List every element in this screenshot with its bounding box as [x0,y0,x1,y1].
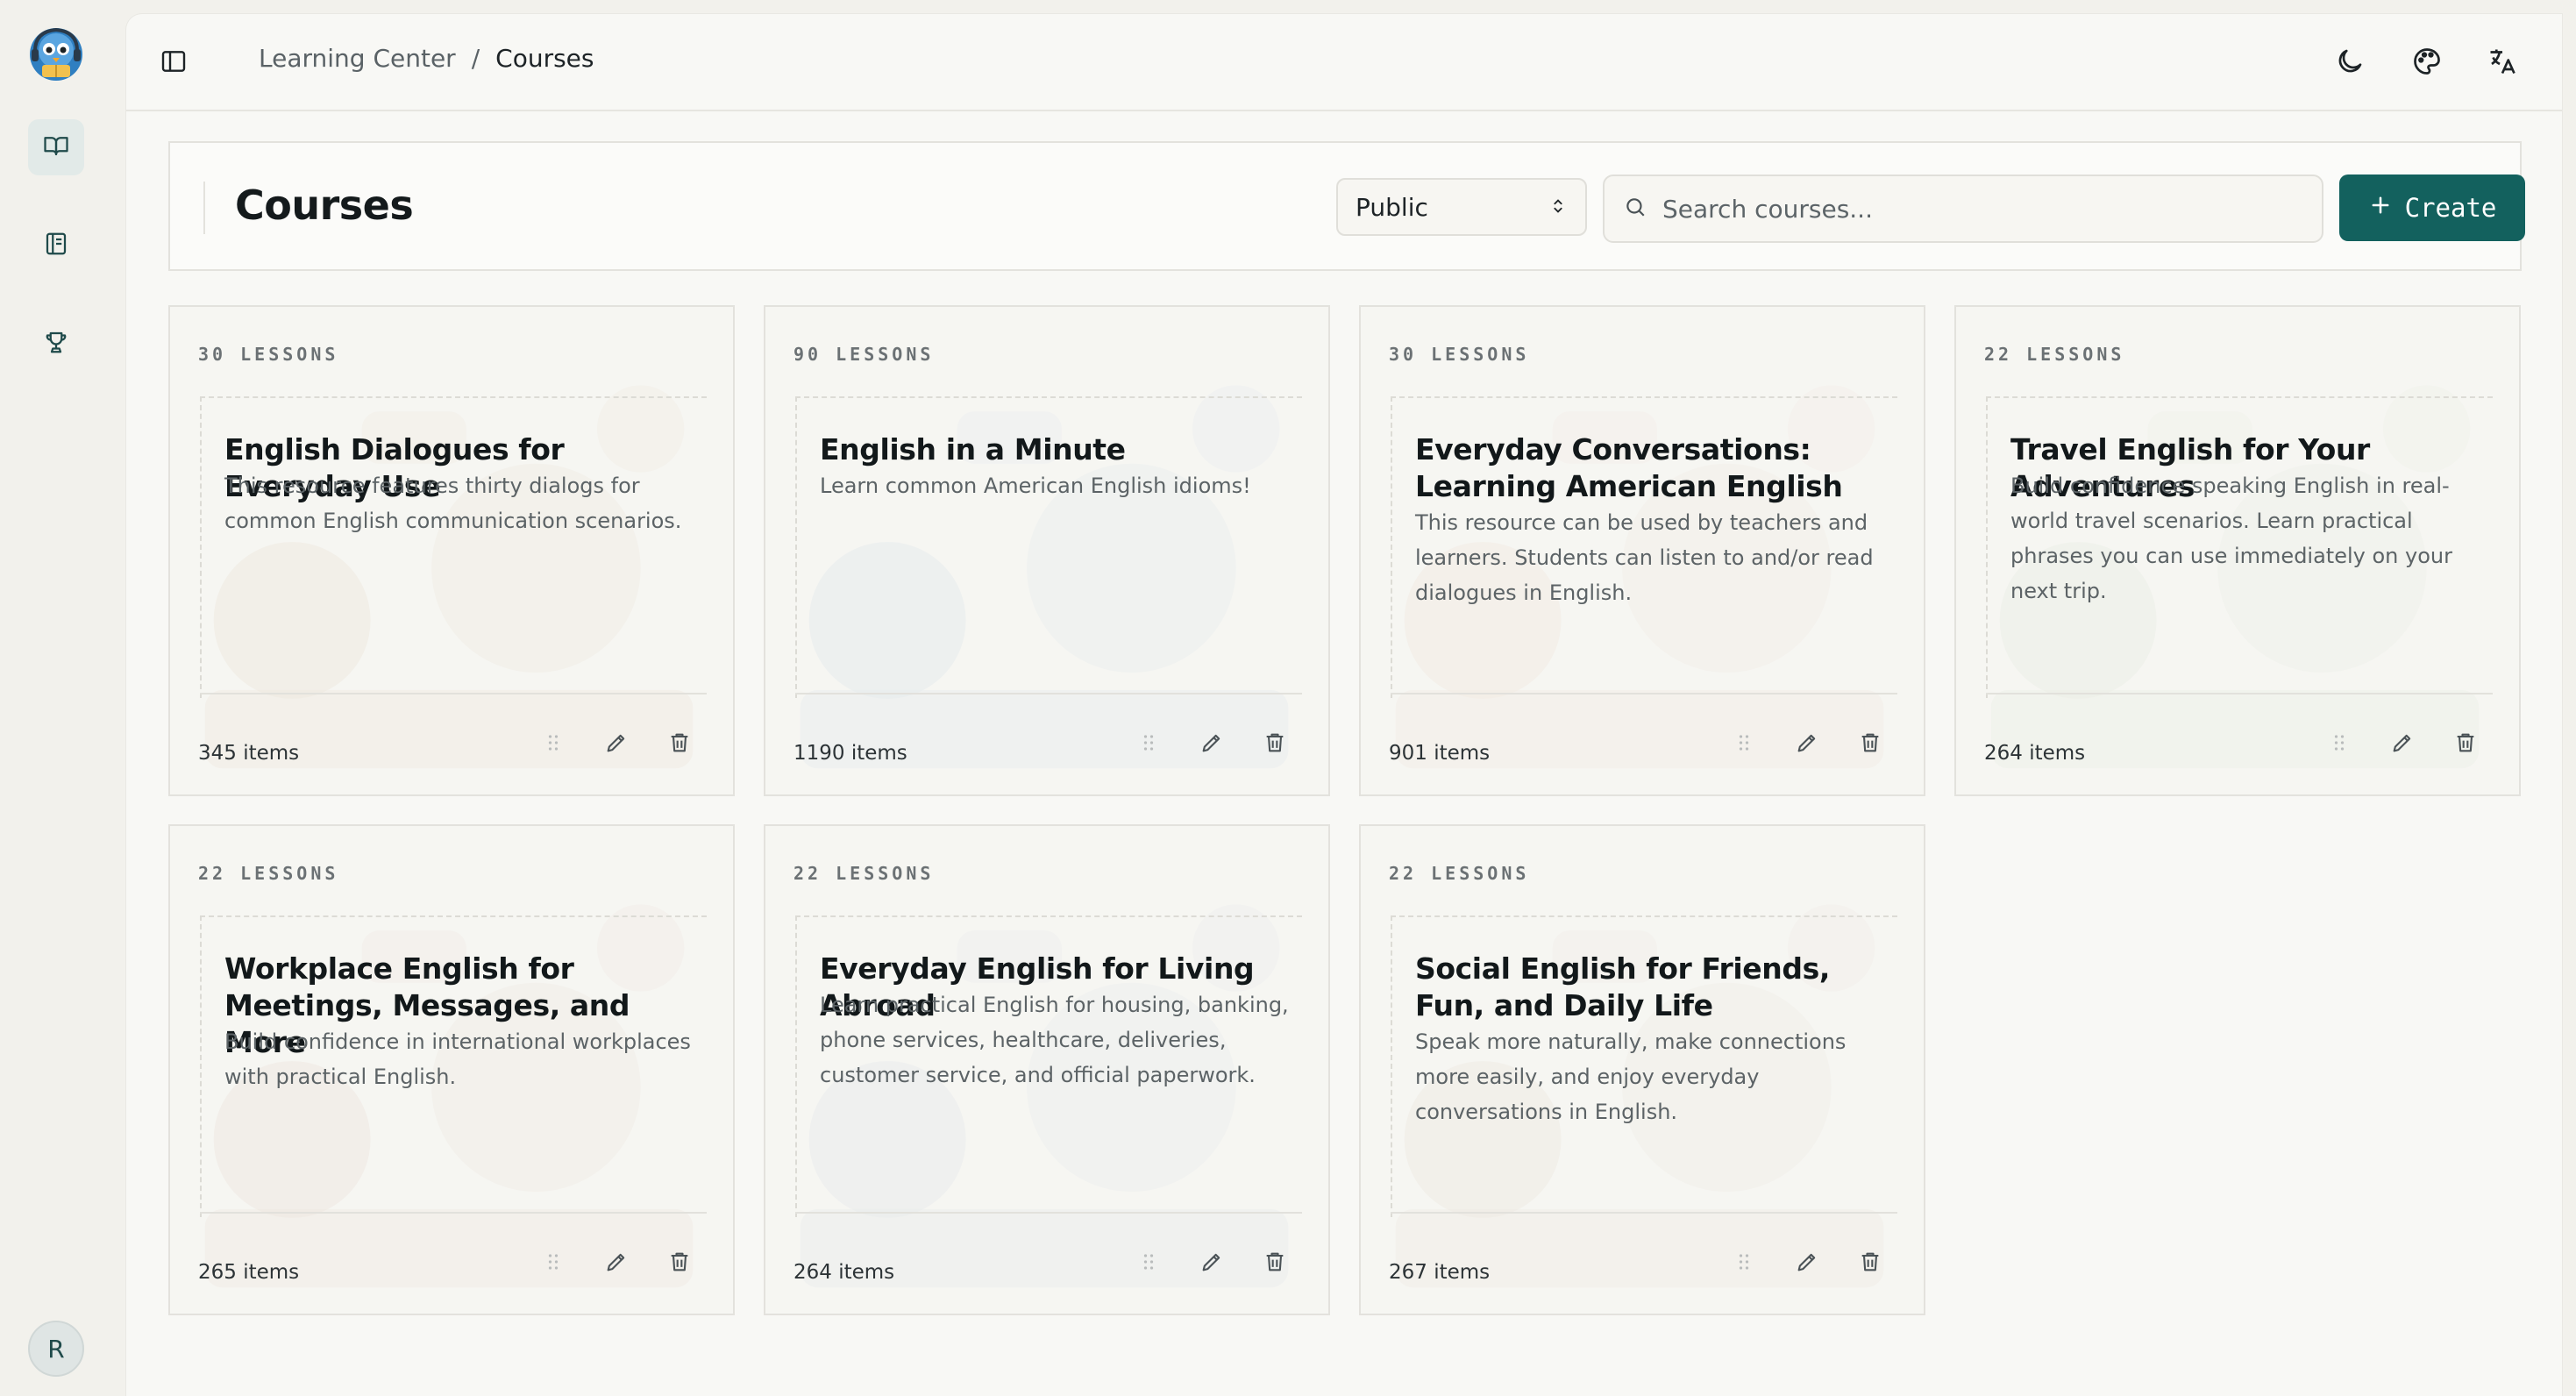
lesson-count: 22 LESSONS [1984,344,2125,365]
trash-icon[interactable] [1260,1247,1290,1277]
card-divider [795,693,1302,694]
rail-item-courses[interactable] [28,119,84,175]
card-actions [1729,1247,1885,1277]
card-divider [1391,693,1897,694]
main-frame: Learning Center / Courses Courses Public… [126,14,2562,1396]
trash-icon[interactable] [1855,728,1885,758]
course-card[interactable]: 22 LESSONS Travel English for Your Adven… [1954,305,2521,796]
book-open-icon [43,132,69,162]
chevron-up-down-icon [1548,193,1568,222]
translate-icon[interactable] [2487,46,2518,77]
card-divider [795,1212,1302,1214]
lesson-count: 30 LESSONS [1389,344,1530,365]
app-rail: R [0,0,126,1396]
item-count: 265 items [198,1261,300,1284]
edit-pencil-icon[interactable] [2387,728,2417,758]
lesson-count: 30 LESSONS [198,344,339,365]
drag-handle-icon[interactable] [538,1247,568,1277]
trophy-icon [43,329,69,359]
course-card[interactable]: 22 LESSONS Workplace English for Meeting… [168,824,735,1315]
item-count: 1190 items [793,742,907,765]
item-count: 901 items [1389,742,1491,765]
card-actions [2324,728,2480,758]
visibility-value: Public [1356,192,1428,222]
sidebar-toggle-icon[interactable] [160,47,188,75]
course-description: This resource features thirty dialogs fo… [224,474,682,533]
edit-pencil-icon[interactable] [1792,728,1822,758]
search-box[interactable] [1603,174,2323,243]
rail-item-achievements[interactable] [28,316,84,372]
plus-icon [2368,193,2393,224]
trash-icon[interactable] [1260,728,1290,758]
page-title: Courses [235,182,414,229]
drag-handle-icon[interactable] [1134,1247,1163,1277]
card-actions [1134,1247,1290,1277]
rail-item-notebook[interactable] [28,217,84,274]
edit-pencil-icon[interactable] [1197,1247,1227,1277]
course-title[interactable]: Everyday Conversations: Learning America… [1415,431,1906,505]
notebook-icon [43,231,69,260]
mascot-logo-icon[interactable] [26,25,86,84]
card-divider [1391,1212,1897,1214]
create-course-button[interactable]: Create [2339,174,2525,241]
edit-pencil-icon[interactable] [1792,1247,1822,1277]
trash-icon[interactable] [1855,1247,1885,1277]
edit-pencil-icon[interactable] [601,1247,631,1277]
course-description: Build confidence in international workpl… [224,1029,691,1089]
course-description: Build confidence speaking English in rea… [2010,474,2452,603]
lesson-count: 22 LESSONS [1389,863,1530,884]
moon-icon[interactable] [2334,46,2366,77]
card-divider [200,1212,707,1214]
course-card[interactable]: 22 LESSONS Everyday English for Living A… [764,824,1330,1315]
course-title[interactable]: Social English for Friends, Fun, and Dai… [1415,951,1906,1024]
course-card[interactable]: 90 LESSONS English in a Minute Learn com… [764,305,1330,796]
course-description: Speak more naturally, make connections m… [1415,1029,1847,1124]
search-icon [1624,196,1647,222]
breadcrumb-separator: / [471,44,480,73]
course-title[interactable]: English in a Minute [820,431,1311,468]
palette-icon[interactable] [2411,46,2443,77]
drag-handle-icon[interactable] [1729,728,1759,758]
course-card[interactable]: 30 LESSONS English Dialogues for Everyda… [168,305,735,796]
course-description: This resource can be used by teachers an… [1415,510,1874,605]
drag-handle-icon[interactable] [2324,728,2354,758]
lesson-count: 22 LESSONS [793,863,935,884]
header-divider [203,182,205,234]
user-avatar[interactable]: R [28,1321,84,1377]
search-input[interactable] [1662,194,2276,224]
course-description: Learn practical English for housing, ban… [820,993,1289,1087]
course-description: Learn common American English idioms! [820,474,1251,498]
card-actions [1729,728,1885,758]
visibility-select[interactable]: Public [1336,178,1587,236]
trash-icon[interactable] [2451,728,2480,758]
card-actions [538,1247,694,1277]
top-bar: Learning Center / Courses [126,14,2562,111]
lesson-count: 22 LESSONS [198,863,339,884]
create-label: Create [2404,193,2497,223]
drag-handle-icon[interactable] [1134,728,1163,758]
courses-header: Courses Public Create [168,141,2525,271]
item-count: 345 items [198,742,300,765]
card-divider [1986,693,2493,694]
card-divider [200,693,707,694]
item-count: 267 items [1389,1261,1491,1284]
drag-handle-icon[interactable] [538,728,568,758]
item-count: 264 items [793,1261,895,1284]
lesson-count: 90 LESSONS [793,344,935,365]
edit-pencil-icon[interactable] [601,728,631,758]
course-card[interactable]: 30 LESSONS Everyday Conversations: Learn… [1359,305,1925,796]
trash-icon[interactable] [665,1247,694,1277]
breadcrumb-current: Courses [495,44,594,73]
item-count: 264 items [1984,742,2086,765]
breadcrumb-root[interactable]: Learning Center [259,44,456,73]
trash-icon[interactable] [665,728,694,758]
card-actions [1134,728,1290,758]
edit-pencil-icon[interactable] [1197,728,1227,758]
course-card[interactable]: 22 LESSONS Social English for Friends, F… [1359,824,1925,1315]
breadcrumb: Learning Center / Courses [259,44,594,73]
card-actions [538,728,694,758]
drag-handle-icon[interactable] [1729,1247,1759,1277]
